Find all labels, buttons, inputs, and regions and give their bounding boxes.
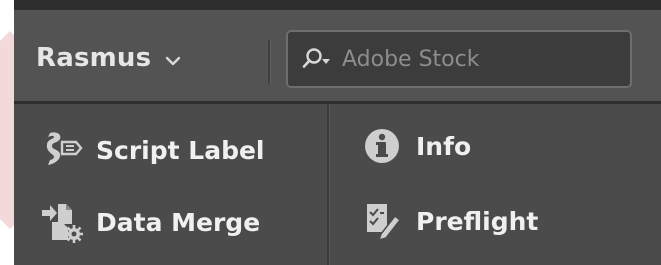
data-merge-icon: [40, 200, 84, 244]
chevron-down-icon: [165, 51, 181, 70]
menu-item-label: Preflight: [416, 206, 539, 236]
search-box[interactable]: [286, 30, 632, 88]
menu-item-preflight[interactable]: Preflight: [360, 199, 538, 243]
menu-item-info[interactable]: Info: [360, 124, 471, 168]
menu-item-script-label[interactable]: Script Label: [40, 128, 265, 172]
menu-item-label: Script Label: [96, 135, 265, 165]
search-icon[interactable]: [302, 47, 332, 71]
info-icon: [360, 124, 404, 168]
toolbar-divider: [268, 40, 271, 84]
menu-item-label: Info: [416, 131, 472, 161]
script-label-icon: [40, 128, 84, 172]
user-menu[interactable]: Rasmus: [36, 38, 181, 78]
preflight-icon: [360, 199, 404, 243]
search-input[interactable]: [340, 45, 624, 73]
top-bar: Rasmus: [14, 10, 661, 104]
top-edge: [14, 0, 661, 10]
user-name: Rasmus: [36, 43, 152, 73]
app-panel: Rasmus Adobe Stock Script Label Data Mer…: [14, 0, 661, 265]
panel-menu: Script Label Data Merge Info Preflight: [14, 104, 661, 265]
menu-item-label: Data Merge: [96, 207, 261, 237]
menu-item-data-merge[interactable]: Data Merge: [40, 200, 260, 244]
column-divider: [327, 104, 330, 265]
